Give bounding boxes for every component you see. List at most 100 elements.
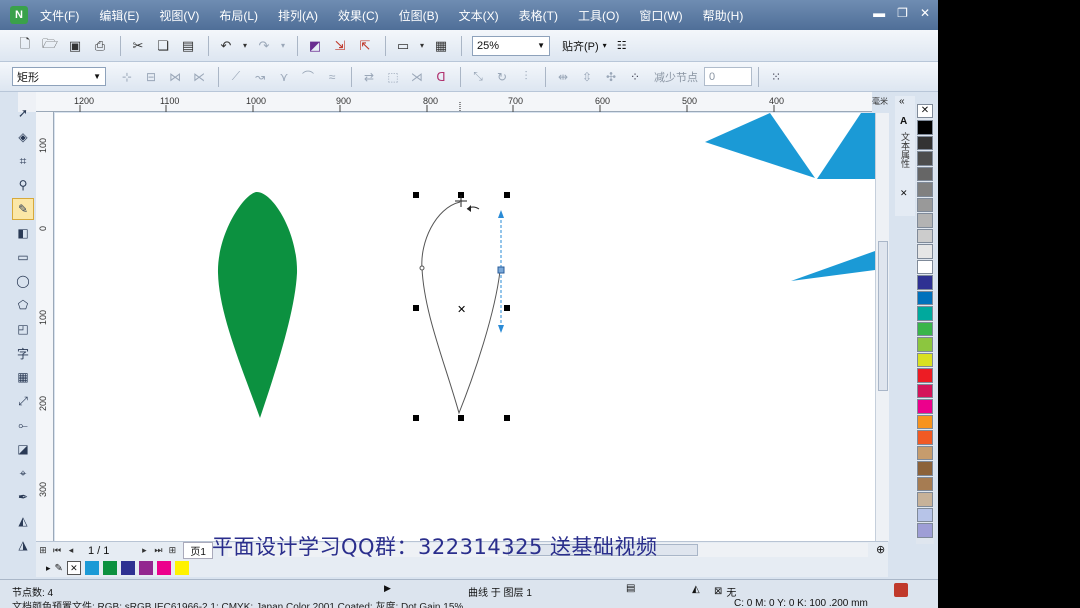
- eyedropper-icon[interactable]: ✎: [55, 563, 63, 574]
- text-tool-icon[interactable]: 字: [12, 342, 34, 364]
- redo-icon[interactable]: ↷: [253, 35, 275, 57]
- color-swatch[interactable]: [917, 213, 933, 228]
- vertical-ruler[interactable]: 100 0 100 200 300: [36, 112, 54, 542]
- close-curve-icon[interactable]: ᗡ: [430, 66, 452, 88]
- last-page-icon[interactable]: ⏭: [151, 545, 165, 556]
- double-chevron-left-icon[interactable]: «: [899, 96, 905, 107]
- reflect-vertical-icon[interactable]: ⇳: [576, 66, 598, 88]
- eyedropper-tool-icon[interactable]: ⌖: [12, 462, 34, 484]
- stretch-nodes-icon[interactable]: ⤡: [467, 66, 489, 88]
- color-swatch[interactable]: [917, 352, 933, 367]
- document-color-swatch[interactable]: [102, 561, 117, 575]
- vertical-scrollbar[interactable]: [875, 113, 889, 541]
- document-color-swatch[interactable]: [120, 561, 135, 575]
- color-swatch[interactable]: [917, 182, 933, 197]
- color-swatch[interactable]: [917, 321, 933, 336]
- navigator-icon[interactable]: ⊕: [876, 543, 885, 556]
- first-page-icon[interactable]: ⏮: [50, 545, 64, 556]
- paste-icon[interactable]: ▤: [177, 35, 199, 57]
- options-icon[interactable]: ☷: [617, 39, 627, 52]
- smart-fill-tool-icon[interactable]: ◧: [12, 222, 34, 244]
- color-swatch[interactable]: [917, 151, 933, 166]
- add-node-icon[interactable]: ⊹: [116, 66, 138, 88]
- pick-tool-icon[interactable]: ➚: [12, 102, 34, 124]
- color-swatch[interactable]: [917, 337, 933, 352]
- color-swatch[interactable]: [917, 120, 933, 135]
- color-swatch[interactable]: [917, 383, 933, 398]
- handle-arrow-down-icon[interactable]: [498, 325, 504, 333]
- copy-icon[interactable]: ❏: [152, 35, 174, 57]
- color-swatch[interactable]: [917, 228, 933, 243]
- export-icon[interactable]: ⇱: [354, 35, 376, 57]
- zoom-tool-icon[interactable]: ⚲: [12, 174, 34, 196]
- curve-node[interactable]: [419, 265, 425, 271]
- restore-icon[interactable]: ❐: [897, 6, 908, 20]
- color-swatch[interactable]: [917, 368, 933, 383]
- delete-node-icon[interactable]: ⊟: [140, 66, 162, 88]
- page-tab[interactable]: 页1: [183, 542, 213, 559]
- outline-pen-tool-icon[interactable]: ✒: [12, 486, 34, 508]
- drawing-canvas[interactable]: ✕: [55, 113, 875, 541]
- blue-triangle-shape[interactable]: [705, 113, 815, 178]
- shape-tool-icon[interactable]: ◈: [12, 126, 34, 148]
- blue-triangle-shape[interactable]: [817, 113, 875, 179]
- color-swatch[interactable]: [917, 135, 933, 150]
- fill-tool-icon[interactable]: ◭: [12, 510, 34, 532]
- object-type-select[interactable]: 矩形 ▼: [12, 67, 106, 86]
- page-options-icon[interactable]: ⊞: [36, 545, 50, 556]
- elastic-mode-icon[interactable]: ✣: [600, 66, 622, 88]
- extend-curve-icon[interactable]: ⬚: [382, 66, 404, 88]
- import-icon[interactable]: ⇲: [329, 35, 351, 57]
- vertical-scroll-thumb[interactable]: [878, 241, 888, 391]
- to-curve-icon[interactable]: ↝: [249, 66, 271, 88]
- rotate-nodes-icon[interactable]: ↻: [491, 66, 513, 88]
- menu-help[interactable]: 帮助(H): [703, 7, 744, 24]
- document-color-swatch[interactable]: [84, 561, 99, 575]
- interactive-fill-tool-icon[interactable]: ◮: [12, 534, 34, 556]
- color-swatch[interactable]: [917, 259, 933, 274]
- document-color-swatch[interactable]: [138, 561, 153, 575]
- open-folder-icon[interactable]: 🗁: [39, 35, 61, 57]
- color-swatch[interactable]: [917, 275, 933, 290]
- status-expand-icon[interactable]: ▶: [384, 583, 391, 594]
- color-swatch[interactable]: [917, 414, 933, 429]
- color-swatch[interactable]: [917, 507, 933, 522]
- menu-arrange[interactable]: 排列(A): [278, 7, 318, 24]
- menu-bitmaps[interactable]: 位图(B): [399, 7, 439, 24]
- cusp-node-icon[interactable]: ⋎: [273, 66, 295, 88]
- freehand-tool-icon[interactable]: ✎: [12, 198, 34, 220]
- application-launcher-icon[interactable]: ▭: [392, 35, 414, 57]
- close-icon[interactable]: ✕: [920, 6, 930, 20]
- break-curve-icon[interactable]: ⋉: [188, 66, 210, 88]
- document-color-swatch[interactable]: [174, 561, 189, 575]
- horizontal-ruler[interactable]: 1200 1100 1000 900 800 700 600 500 400: [36, 92, 872, 112]
- snap-to-menu[interactable]: 贴齐(P) ▾ ☷: [562, 38, 627, 54]
- document-color-swatch[interactable]: [156, 561, 171, 575]
- ellipse-tool-icon[interactable]: ◯: [12, 270, 34, 292]
- menu-tools[interactable]: 工具(O): [578, 7, 619, 24]
- docker-panel-tab[interactable]: « A 文本属性 ✕: [895, 96, 915, 216]
- no-color-swatch[interactable]: ✕: [917, 104, 933, 118]
- no-color-swatch[interactable]: ✕: [66, 561, 81, 575]
- symmetric-node-icon[interactable]: ≈: [321, 66, 343, 88]
- prev-page-icon[interactable]: ◂: [64, 545, 78, 556]
- color-swatch[interactable]: [917, 290, 933, 305]
- blue-triangle-shape[interactable]: [791, 251, 875, 281]
- selection-center-marker[interactable]: ✕: [457, 304, 466, 316]
- color-swatch[interactable]: [917, 244, 933, 259]
- curve-smoothness-icon[interactable]: ⁙: [765, 66, 787, 88]
- select-all-nodes-icon[interactable]: ⁘: [624, 66, 646, 88]
- print-icon[interactable]: ⎙: [89, 35, 111, 57]
- color-swatch[interactable]: [917, 445, 933, 460]
- redo-dropdown-icon[interactable]: ▾: [278, 35, 288, 57]
- next-page-icon[interactable]: ▸: [137, 545, 151, 556]
- add-page-icon[interactable]: ⊞: [165, 545, 179, 556]
- crop-tool-icon[interactable]: ⌗: [12, 150, 34, 172]
- color-swatch[interactable]: [917, 523, 933, 538]
- smooth-node-icon[interactable]: ⌒: [297, 66, 319, 88]
- menu-effects[interactable]: 效果(C): [338, 7, 379, 24]
- polygon-tool-icon[interactable]: ⬠: [12, 294, 34, 316]
- zoom-level-select[interactable]: 25% ▼: [472, 35, 550, 56]
- reflect-horizontal-icon[interactable]: ⇹: [552, 66, 574, 88]
- handle-arrow-up-icon[interactable]: [498, 210, 504, 218]
